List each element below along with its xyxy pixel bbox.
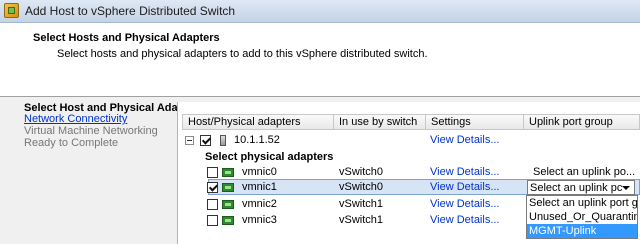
in-use-switch: vSwitch0 [339,181,384,193]
host-checkbox[interactable] [200,135,211,146]
uplink-dropdown-list[interactable]: Select an uplink port g Unused_Or_Quaran… [526,195,638,239]
chevron-down-icon[interactable] [622,186,630,190]
in-use-switch: vSwitch1 [339,198,384,210]
adapters-table: Host/Physical adapters In use by switch … [178,102,640,244]
view-details-link[interactable]: View Details... [430,214,500,226]
network-adapter-icon [222,168,234,177]
host-view-details-link[interactable]: View Details... [430,134,500,146]
network-adapter-icon [222,183,234,192]
column-header-host-adapters[interactable]: Host/Physical adapters [182,114,334,130]
in-use-switch: vSwitch1 [339,214,384,226]
view-details-link[interactable]: View Details... [430,198,500,210]
adapter-name: vmnic3 [242,214,277,226]
network-adapter-icon [222,216,234,225]
adapter-name: vmnic0 [242,166,277,178]
vmnic3-checkbox[interactable] [207,215,218,226]
in-use-switch: vSwitch0 [339,166,384,178]
view-details-link[interactable]: View Details... [430,166,500,178]
host-name: 10.1.1.52 [234,134,280,146]
vmnic0-checkbox[interactable] [207,167,218,178]
column-header-in-use[interactable]: In use by switch [334,114,426,130]
wizard-steps: Select Host and Physical Ada Network Con… [0,102,178,244]
view-details-link[interactable]: View Details... [430,181,500,193]
dropdown-option[interactable]: Select an uplink port g [527,196,637,210]
adapter-name: vmnic2 [242,198,277,210]
uplink-select-text[interactable]: Select an uplink po... [533,166,635,178]
select-value: Select an uplink pc [530,182,623,194]
dropdown-option-highlighted[interactable]: MGMT-Uplink [527,224,637,238]
collapse-toggle-icon[interactable] [185,136,194,145]
server-icon [220,135,226,146]
step-network-connectivity[interactable]: Network Connectivity [24,113,127,125]
dropdown-option[interactable]: Unused_Or_Quarantin [527,210,637,224]
vsphere-dvs-icon [4,3,19,18]
window-title: Add Host to vSphere Distributed Switch [25,4,236,18]
step-vm-networking: Virtual Machine Networking [24,125,158,137]
vmnic1-checkbox[interactable] [207,182,218,193]
page-description: Select hosts and physical adapters to ad… [57,48,428,60]
vmnic2-checkbox[interactable] [207,199,218,210]
column-header-settings[interactable]: Settings [426,114,524,130]
uplink-port-group-select[interactable]: Select an uplink pc [527,180,635,195]
title-bar[interactable]: Add Host to vSphere Distributed Switch [0,0,640,23]
wizard-header: Select Hosts and Physical Adapters Selec… [0,23,640,97]
step-ready-to-complete: Ready to Complete [24,137,119,149]
section-label: Select physical adapters [205,151,334,163]
adapter-name: vmnic1 [242,181,277,193]
page-title: Select Hosts and Physical Adapters [33,32,220,44]
column-header-uplink[interactable]: Uplink port group [524,114,640,130]
network-adapter-icon [222,200,234,209]
